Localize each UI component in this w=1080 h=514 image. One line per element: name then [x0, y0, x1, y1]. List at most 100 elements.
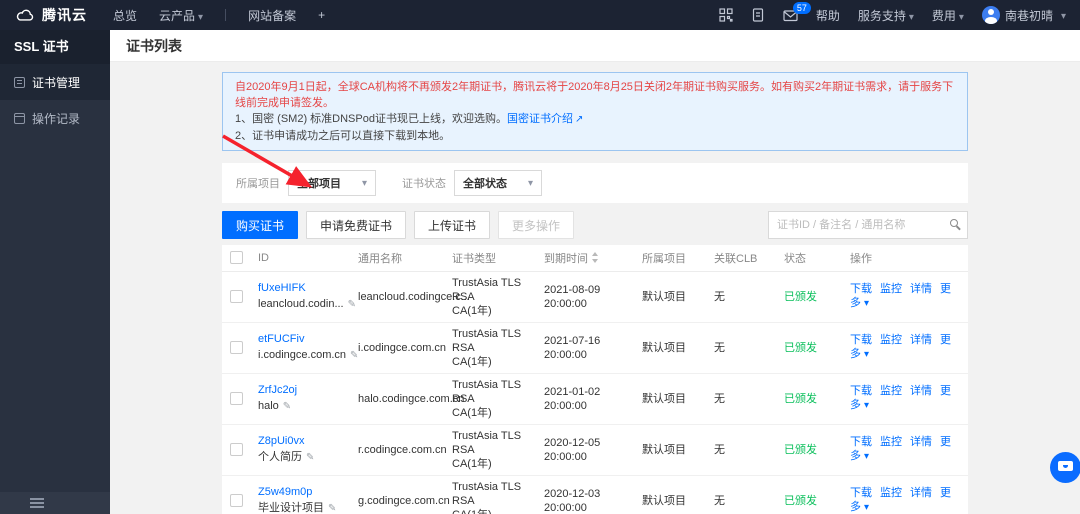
download-link[interactable]: 下载 [850, 436, 872, 448]
row-checkbox[interactable] [230, 494, 243, 508]
chevron-down-icon [906, 9, 914, 23]
monitor-link[interactable]: 监控 [880, 385, 902, 397]
table-row: fUxeHIFK leancloud.codin... leancloud.co… [222, 271, 968, 323]
cert-type-line2: CA(1年) [452, 406, 492, 419]
cert-type-line2: CA(1年) [452, 355, 492, 368]
detail-link[interactable]: 详情 [910, 487, 932, 499]
tencent-cloud-logo[interactable]: 腾讯云 [14, 5, 87, 25]
chevron-down-icon [861, 399, 869, 411]
row-actions: 下载 监控 详情 更多 [842, 475, 968, 514]
notice-banner: 自2020年9月1日起，全球CA机构将不再颁发2年期证书，腾讯云将于2020年8… [222, 72, 968, 151]
column-header: 所属项目 [634, 245, 706, 272]
common-name: halo.codingce.com.cn [350, 373, 464, 425]
select-all-checkbox[interactable] [230, 251, 243, 265]
certificate-table: ID 通用名称 证书类型 到期时间 所属项目 关联CLB 状态 操作 fUxeH… [222, 245, 968, 514]
cert-type-line1: TrustAsia TLS RSA [452, 327, 522, 354]
help-link[interactable]: 帮助 [816, 7, 840, 24]
tencent-cloud-ssl-console: 腾讯云 总览 云产品 网站备案 + [0, 0, 1080, 514]
user-menu[interactable]: 南巷初晴 [981, 6, 1066, 24]
cert-remark-text: i.codingce.com.cn [258, 349, 347, 361]
edit-remark-icon[interactable] [306, 452, 314, 463]
detail-link[interactable]: 详情 [910, 283, 932, 295]
chevron-down-icon [195, 9, 203, 23]
sidebar-item[interactable]: 操作记录 [0, 100, 110, 136]
download-link[interactable]: 下载 [850, 283, 872, 295]
billing-menu[interactable]: 费用 [932, 7, 964, 24]
toolbar-button[interactable]: 购买证书 [222, 211, 299, 239]
sm2-intro-link[interactable]: 国密证书介绍 [507, 113, 573, 125]
monitor-link[interactable]: 监控 [880, 436, 902, 448]
messages-icon[interactable]: 57 [783, 1, 811, 22]
edit-remark-icon[interactable] [328, 503, 336, 514]
filter-select-value: 全部项目 [297, 178, 341, 190]
cert-remark: 毕业设计项目 [258, 501, 342, 514]
cert-remark-text: halo [258, 400, 279, 412]
column-header: 关联CLB [706, 245, 776, 272]
filter-select[interactable]: 全部项目 [288, 170, 376, 196]
cert-remark-text: 个人简历 [258, 451, 302, 463]
row-actions: 下载 监控 详情 更多 [842, 322, 968, 374]
toolbar-button[interactable]: 更多操作 [498, 211, 575, 239]
ticket-icon[interactable] [751, 8, 765, 22]
toolbar-button[interactable]: 申请免费证书 [306, 211, 407, 239]
avatar [981, 6, 1000, 24]
toolbar-button[interactable]: 上传证书 [414, 211, 491, 239]
notice-line-2: 1、国密 (SM2) 标准DNSPod证书现已上线，欢迎选购。国密证书介绍 ↗ [235, 111, 955, 128]
project-name: 默认项目 [634, 322, 706, 374]
nav-divider [225, 9, 227, 21]
expire-time: 2020-12-03 20:00:00 [536, 475, 634, 514]
sidebar-item-label: 操作记录 [32, 111, 81, 126]
cert-id-link[interactable]: etFUCFiv [258, 333, 304, 345]
status-badge: 已颁发 [784, 494, 817, 507]
edit-remark-icon[interactable] [348, 299, 356, 310]
column-header-label: 所属项目 [642, 252, 686, 265]
search-input[interactable] [768, 211, 968, 239]
download-link[interactable]: 下载 [850, 334, 872, 346]
sidebar-collapse-icon[interactable] [30, 498, 44, 508]
top-nav-item[interactable]: 云产品 [159, 7, 203, 24]
sidebar-item[interactable]: 证书管理 [0, 64, 110, 100]
status-badge: 已颁发 [784, 290, 817, 303]
cert-type: TrustAsia TLS RSA CA(1年) [444, 322, 536, 374]
detail-link[interactable]: 详情 [910, 334, 932, 346]
monitor-link[interactable]: 监控 [880, 487, 902, 499]
row-checkbox[interactable] [230, 341, 243, 355]
top-nav-item[interactable]: + [318, 8, 325, 22]
download-link[interactable]: 下载 [850, 385, 872, 397]
message-count-badge: 57 [792, 1, 811, 14]
monitor-link[interactable]: 监控 [880, 283, 902, 295]
detail-link[interactable]: 详情 [910, 436, 932, 448]
cert-id-link[interactable]: Z5w49m0p [258, 486, 312, 498]
support-menu[interactable]: 服务支持 [858, 7, 914, 24]
top-nav-item[interactable]: 网站备案 [248, 7, 296, 24]
detail-link[interactable]: 详情 [910, 385, 932, 397]
monitor-link[interactable]: 监控 [880, 334, 902, 346]
column-header-label: 通用名称 [358, 252, 402, 265]
cert-id-link[interactable]: Z8pUi0vx [258, 435, 304, 447]
top-nav-item-label: 网站备案 [248, 8, 297, 23]
chevron-down-icon [861, 450, 869, 462]
search-icon[interactable] [950, 219, 958, 227]
cert-remark-text: leancloud.codin... [258, 298, 344, 310]
row-checkbox[interactable] [230, 443, 243, 457]
feedback-chat-button[interactable] [1050, 452, 1080, 483]
download-link[interactable]: 下载 [850, 487, 872, 499]
clb-association: 无 [706, 373, 776, 425]
edit-remark-icon[interactable] [283, 401, 291, 412]
column-header: 状态 [776, 245, 842, 272]
chevron-down-icon [956, 9, 964, 23]
cert-id-link[interactable]: ZrfJc2oj [258, 384, 297, 396]
scan-icon[interactable] [719, 8, 733, 22]
sort-icon[interactable] [592, 251, 599, 263]
filter-select[interactable]: 全部状态 [454, 170, 542, 196]
top-nav-item[interactable]: 总览 [113, 7, 137, 24]
top-nav: 总览 云产品 网站备案 + [113, 7, 325, 24]
common-name: r.codingce.com.cn [350, 424, 447, 476]
cert-type-line2: CA(1年) [452, 457, 492, 470]
top-nav-item-label: 总览 [113, 8, 138, 23]
cert-id-link[interactable]: fUxeHIFK [258, 282, 306, 294]
cert-type: TrustAsia TLS RSA CA(1年) [444, 271, 536, 323]
row-checkbox[interactable] [230, 290, 243, 304]
row-checkbox[interactable] [230, 392, 243, 406]
project-name: 默认项目 [634, 373, 706, 425]
